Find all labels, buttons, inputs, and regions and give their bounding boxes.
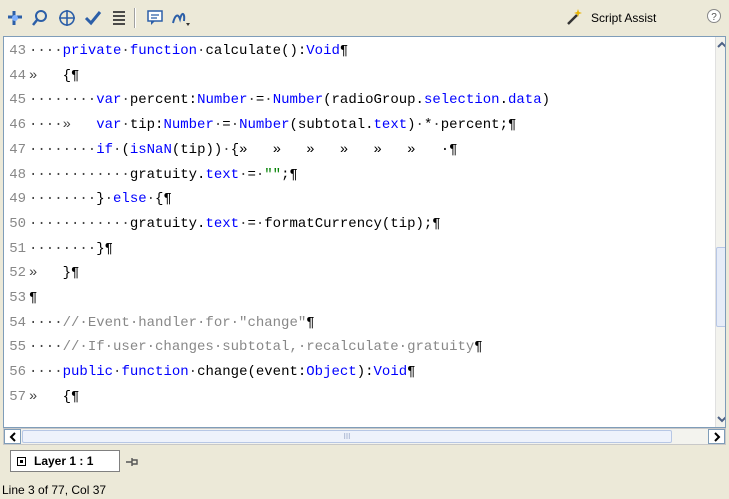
script-assist-button[interactable]: Script Assist [565,6,656,30]
horizontal-scroll-thumb[interactable]: III [22,430,672,443]
script-tab-bar: Layer 1 : 1 [0,446,729,478]
layer-icon [17,456,26,466]
code-line[interactable]: 55 ····//·If·user·changes·subtotal,·recal… [4,335,711,359]
scroll-right-arrow-icon[interactable] [708,429,725,444]
code-line[interactable]: 50 ············gratuity.text·=·formatCurr… [4,212,711,236]
pin-script-icon[interactable] [124,454,140,470]
line-number: 47 [9,141,26,158]
line-number: 57 [9,388,26,405]
code-line[interactable]: 47 ········if·(isNaN(tip))·{» » » » » » ·… [4,138,711,162]
toolbar-separator [134,7,136,28]
code-line[interactable]: 49 ········}·else·{¶ [4,187,711,211]
add-statement-icon[interactable] [4,7,26,29]
line-number: 44 [9,67,26,84]
line-number: 49 [9,191,26,208]
code-text: ········}·else·{¶ [29,191,172,208]
scroll-grip: III [343,432,351,441]
code-line[interactable]: 45 ········var·percent:Number·=·Number(ra… [4,88,711,112]
tab-label: Layer 1 : 1 [34,454,94,468]
code-text: » {¶ [29,67,80,84]
vertical-scroll-thumb[interactable] [716,247,725,327]
code-text: ····private·function·calculate():Void¶ [29,43,349,59]
code-text: ········if·(isNaN(tip))·{» » » » » » ·¶ [29,141,458,158]
code-line[interactable]: 46 ····» var·tip:Number·=·Number(subtotal… [4,113,711,137]
cursor-position-status: Line 3 of 77, Col 37 [2,483,107,497]
code-text: » {¶ [29,388,80,405]
insert-target-path-icon[interactable] [56,7,78,29]
script-assist-label: Script Assist [591,11,657,25]
scroll-down-arrow-icon[interactable] [716,411,725,427]
line-number: 56 [9,364,26,381]
debug-options-icon[interactable] [170,7,192,29]
vertical-scrollbar[interactable] [715,37,725,427]
code-text: ····public·function·change(event:Object)… [29,364,416,381]
code-line[interactable]: 51 ········}¶ [4,237,711,261]
svg-text:?: ? [711,12,717,23]
code-text: ····» var·tip:Number·=·Number(subtotal.t… [29,117,517,134]
line-number: 55 [9,339,26,356]
magic-wand-icon [565,8,583,29]
code-text: ¶ [29,290,38,306]
code-text: ····//·If·user·changes·subtotal,·recalcu… [29,339,483,356]
horizontal-scrollbar[interactable]: III [3,428,726,445]
code-text: ········var·percent:Number·=·Number(radi… [29,92,550,109]
scroll-up-arrow-icon[interactable] [716,37,725,53]
help-icon[interactable]: ? [706,8,722,24]
line-number: 45 [9,92,26,109]
tab-layer-1[interactable]: Layer 1 : 1 [10,450,120,472]
line-number: 43 [9,43,26,59]
code-editor[interactable]: 43 ····private·function·calculate():Void¶… [3,36,726,428]
line-number: 53 [9,290,26,306]
scroll-left-arrow-icon[interactable] [4,429,21,444]
code-text: ········}¶ [29,240,114,257]
code-line[interactable]: 53 ¶ [4,286,711,310]
code-text: ············gratuity.text·=·"";¶ [29,166,298,183]
code-line[interactable]: 48 ············gratuity.text·=·"";¶ [4,163,711,187]
line-number: 50 [9,215,26,232]
code-line[interactable]: 43 ····private·function·calculate():Void¶ [4,39,711,63]
status-bar: Line 3 of 77, Col 37 [0,481,729,499]
line-number: 54 [9,314,26,331]
check-syntax-icon[interactable] [82,7,104,29]
code-line[interactable]: 57» {¶ [4,385,711,409]
find-replace-icon[interactable] [30,7,52,29]
code-text: » }¶ [29,265,80,282]
line-number: 51 [9,240,26,257]
line-number: 46 [9,117,26,134]
code-line[interactable]: 52» }¶ [4,261,711,285]
show-code-hint-icon[interactable] [144,7,166,29]
code-line[interactable]: 44» {¶ [4,64,711,88]
code-text: ············gratuity.text·=·formatCurren… [29,215,441,232]
code-line[interactable]: 56 ····public·function·change(event:Objec… [4,360,711,384]
code-line[interactable]: 54 ····//·Event·handler·for·"change"¶ [4,311,711,335]
line-number: 52 [9,265,26,282]
code-text: ····//·Event·handler·for·"change"¶ [29,314,315,331]
auto-format-icon[interactable] [108,7,130,29]
line-number: 48 [9,166,26,183]
